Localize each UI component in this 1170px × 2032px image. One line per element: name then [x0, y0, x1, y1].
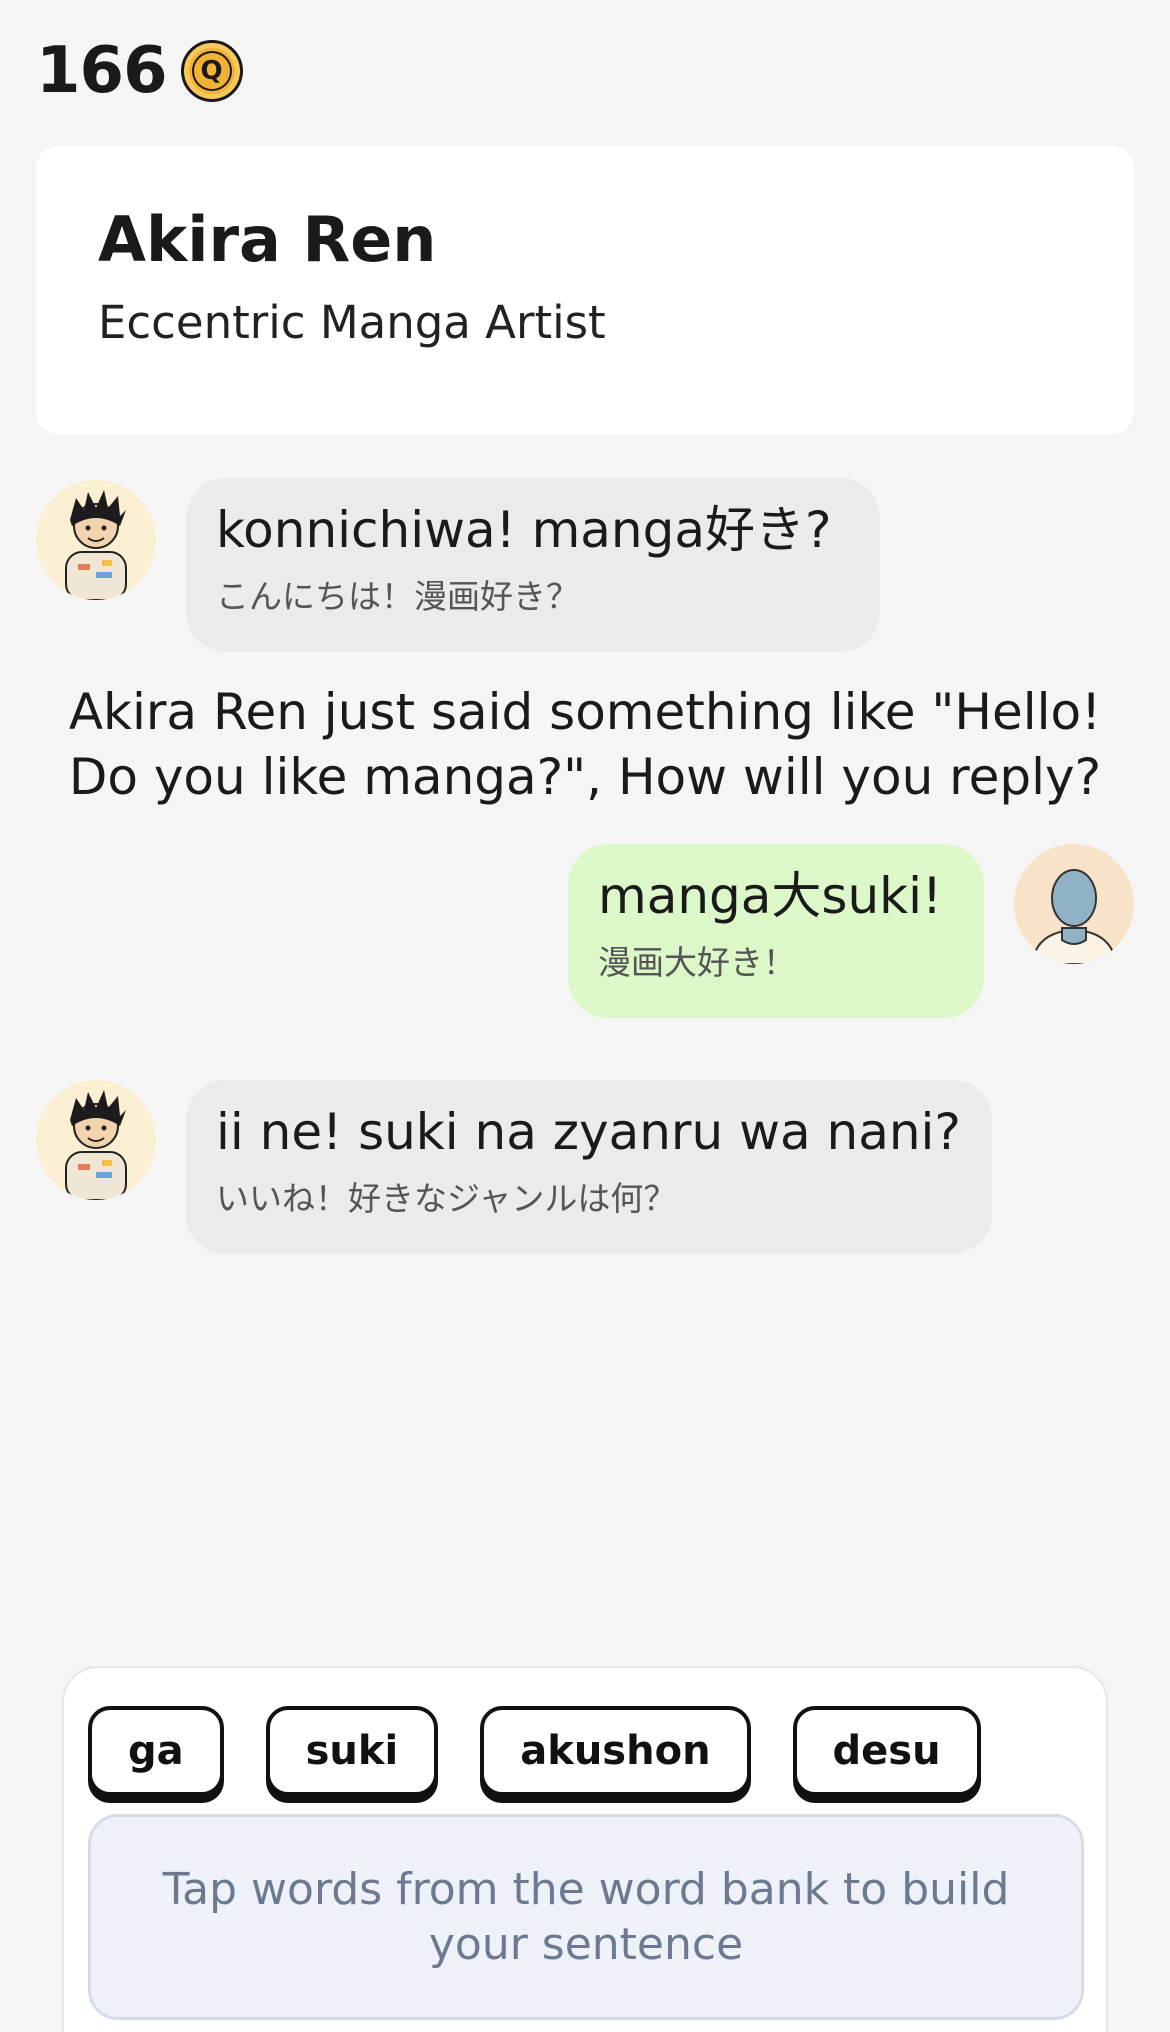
character-card: Akira Ren Eccentric Manga Artist [36, 146, 1134, 434]
word-bank-panel: ga suki akushon desu Tap words from the … [62, 1666, 1108, 2032]
word-chip-akushon[interactable]: akushon [480, 1706, 751, 1796]
answer-placeholder: Tap words from the word bank to build yo… [162, 1864, 1010, 1970]
coin-count: 166 [36, 34, 168, 108]
user-avatar [1014, 844, 1134, 964]
sentence-answer-area[interactable]: Tap words from the word bank to build yo… [88, 1814, 1084, 2020]
coin-icon: Q [180, 40, 243, 102]
message-bubble-character: konnichiwa! manga好き? こんにちは！漫画好き？ [186, 478, 880, 652]
word-bank: ga suki akushon desu [88, 1706, 981, 1796]
message-romaji: ii ne! suki na zyanru wa nani? [216, 1103, 961, 1161]
word-chip-ga[interactable]: ga [88, 1706, 224, 1796]
message-bubble-character: ii ne! suki na zyanru wa nani? いいね！好きなジャ… [186, 1080, 992, 1254]
message-romaji: manga大suki! [598, 867, 943, 925]
message-kana: 漫画大好き！ [598, 943, 796, 982]
character-name: Akira Ren [98, 203, 437, 276]
word-chip-desu[interactable]: desu [792, 1706, 981, 1796]
character-avatar [36, 1080, 156, 1200]
message-bubble-user: manga大suki! 漫画大好き！ [568, 844, 984, 1018]
coin-counter: 166 Q [36, 34, 243, 108]
word-chip-suki[interactable]: suki [265, 1706, 439, 1796]
manga-artist-avatar-icon [65, 490, 127, 600]
manga-artist-avatar-icon [65, 1090, 127, 1200]
message-kana: こんにちは！漫画好き？ [216, 577, 579, 616]
character-role: Eccentric Manga Artist [98, 296, 606, 350]
user-silhouette-icon [1030, 869, 1118, 964]
message-romaji: konnichiwa! manga好き? [216, 501, 832, 559]
coin-symbol: Q [191, 51, 232, 91]
message-kana: いいね！好きなジャンルは何？ [216, 1179, 677, 1218]
character-avatar [36, 480, 156, 600]
reply-prompt: Akira Ren just said something like "Hell… [68, 683, 1102, 806]
